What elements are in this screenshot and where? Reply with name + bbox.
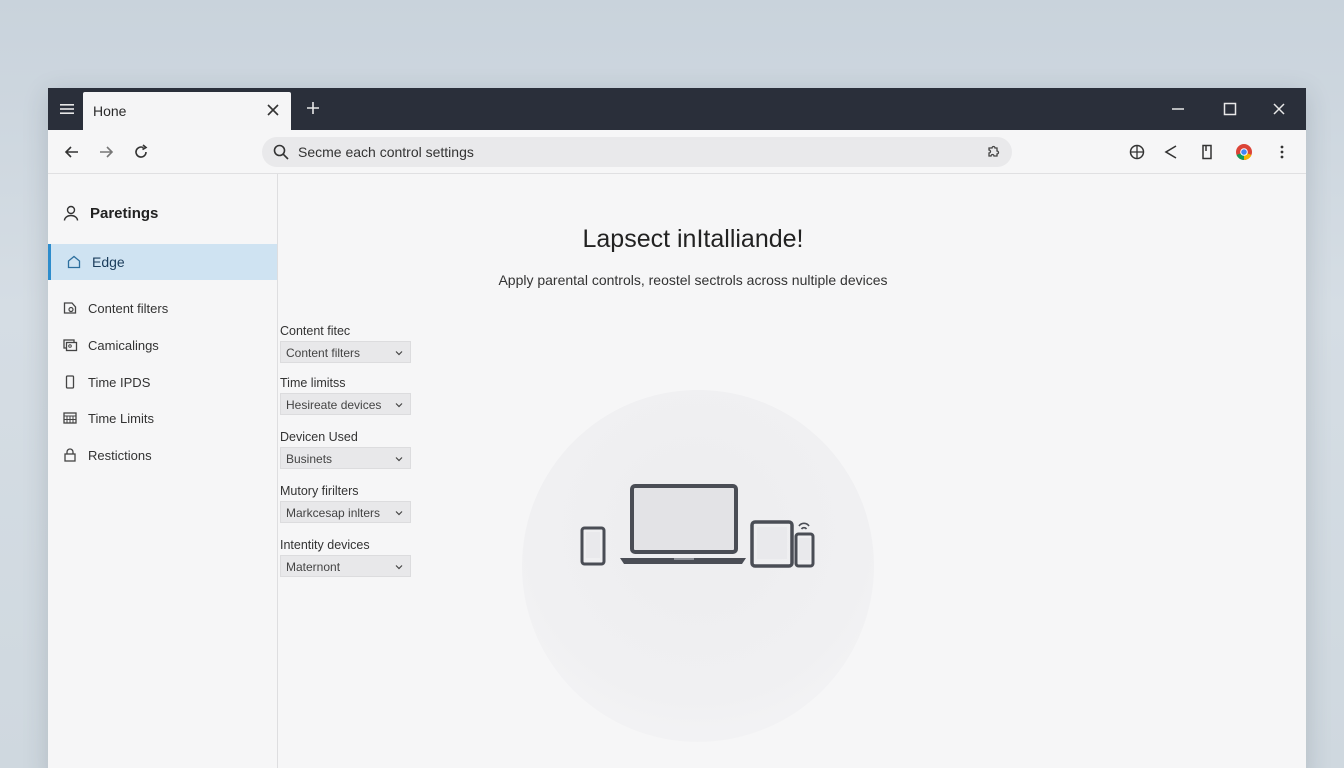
person-icon — [63, 205, 79, 221]
sidebar-item-edge[interactable]: Edge — [48, 244, 277, 280]
tab-title: Hone — [93, 103, 127, 119]
toolbar: Secme each control settings — [48, 130, 1306, 174]
new-tab-plus-icon[interactable] — [304, 99, 322, 117]
field-label: Mutory firilters — [280, 484, 359, 498]
form-field: Content fitec Content filters — [280, 324, 420, 363]
share-icon[interactable] — [1161, 142, 1181, 162]
home-icon — [67, 255, 81, 269]
close-icon[interactable] — [265, 102, 281, 118]
form-field: Devicen Used Businets — [280, 430, 420, 469]
field-label: Devicen Used — [280, 430, 358, 444]
profile-header[interactable]: Paretings — [62, 202, 158, 224]
refresh-icon[interactable] — [131, 142, 151, 162]
calendar-icon — [63, 412, 77, 424]
back-arrow-icon[interactable] — [62, 142, 82, 162]
search-icon — [273, 144, 289, 160]
field-label: Intentity devices — [280, 538, 370, 552]
globe-icon[interactable] — [1127, 142, 1147, 162]
lock-icon — [64, 448, 76, 462]
devices-illustration-icon — [580, 484, 815, 568]
chevron-down-icon — [395, 511, 403, 516]
extension-puzzle-icon[interactable] — [984, 143, 1002, 161]
profile-label: Paretings — [90, 204, 159, 222]
field-label: Content fitec — [280, 324, 351, 338]
page-title: Lapsect inItalliande! — [582, 225, 804, 253]
maximize-icon[interactable] — [1221, 100, 1239, 118]
chevron-down-icon — [395, 403, 403, 408]
gallery-icon — [63, 339, 78, 352]
select-value: Content filters — [286, 346, 361, 360]
sidebar-item-time-ipds[interactable]: Time IPDS — [48, 364, 277, 400]
title-bar: Hone — [48, 88, 1306, 130]
field-label: Time limitss — [280, 376, 346, 390]
select-value: Hesireate devices — [286, 398, 382, 412]
mutory-filters-select[interactable]: Markcesap inlters — [280, 501, 411, 523]
sidebar-item-label: Time IPDS — [88, 374, 151, 390]
address-text: Secme each control settings — [298, 144, 474, 160]
hamburger-icon — [60, 104, 74, 114]
chevron-down-icon — [395, 565, 403, 570]
select-value: Maternont — [286, 560, 341, 574]
address-bar[interactable]: Secme each control settings — [262, 137, 1012, 167]
devices-used-select[interactable]: Businets — [280, 447, 411, 469]
time-limits-select[interactable]: Hesireate devices — [280, 393, 411, 415]
sidebar-item-time-limits[interactable]: Time Limits — [48, 400, 277, 436]
browser-window: Hone Secme each control settings Paretin… — [48, 88, 1306, 768]
phone-icon — [65, 375, 75, 389]
page-subtitle: Apply parental controls, reostel sectrol… — [498, 272, 888, 288]
filter-icon — [63, 302, 77, 314]
sidebar: Paretings Edge Content filters Camicalin… — [48, 174, 278, 768]
select-value: Markcesap inlters — [286, 506, 381, 520]
sidebar-item-label: Camicalings — [88, 337, 159, 353]
sidebar-item-camicalings[interactable]: Camicalings — [48, 327, 277, 363]
sidebar-item-label: Time Limits — [88, 410, 154, 426]
chevron-down-icon — [395, 351, 403, 356]
window-close-icon[interactable] — [1270, 100, 1288, 118]
form-field: Time limitss Hesireate devices — [280, 376, 420, 415]
minimize-icon[interactable] — [1169, 100, 1187, 118]
more-options-icon[interactable] — [1272, 142, 1292, 162]
sidebar-item-label: Edge — [92, 254, 125, 270]
chevron-down-icon — [395, 457, 403, 462]
chrome-logo-icon[interactable] — [1234, 142, 1254, 162]
form-field: Intentity devices Maternont — [280, 538, 420, 577]
content-filter-select[interactable]: Content filters — [280, 341, 411, 363]
select-value: Businets — [286, 452, 333, 466]
sidebar-item-label: Content filters — [88, 300, 169, 316]
sidebar-item-content-filters[interactable]: Content filters — [48, 290, 277, 326]
forward-arrow-icon[interactable] — [96, 142, 116, 162]
browser-tab[interactable]: Hone — [83, 92, 291, 130]
sidebar-item-restictions[interactable]: Restictions — [48, 437, 277, 473]
intentity-devices-select[interactable]: Maternont — [280, 555, 411, 577]
sidebar-item-label: Restictions — [88, 447, 152, 463]
form-field: Mutory firilters Markcesap inlters — [280, 484, 420, 523]
bookmark-icon[interactable] — [1197, 142, 1217, 162]
menu-button[interactable] — [56, 98, 78, 120]
